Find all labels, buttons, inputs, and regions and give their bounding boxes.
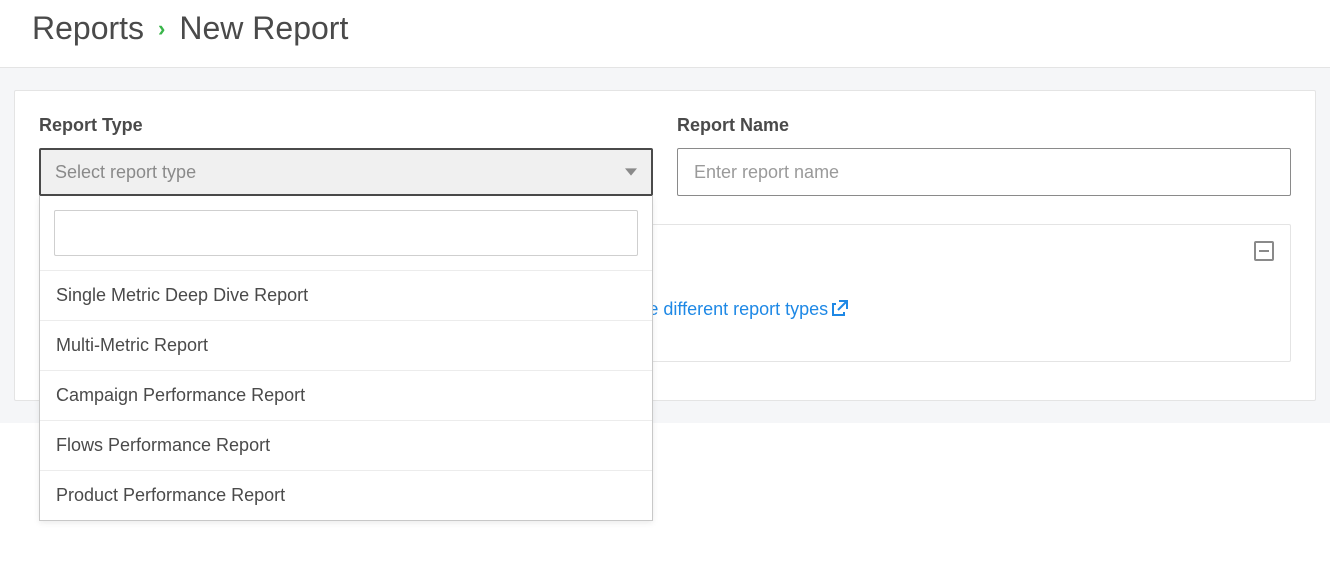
page-body: Report Type Select report type Single Me… xyxy=(0,68,1330,423)
collapse-button[interactable] xyxy=(1254,241,1274,261)
caret-down-icon xyxy=(625,166,637,178)
report-name-input[interactable] xyxy=(677,148,1291,196)
report-type-placeholder: Select report type xyxy=(55,162,196,183)
option-product-performance[interactable]: Product Performance Report xyxy=(40,470,652,520)
option-campaign-performance[interactable]: Campaign Performance Report xyxy=(40,370,652,420)
report-config-card: Report Type Select report type Single Me… xyxy=(14,90,1316,401)
chevron-right-icon: › xyxy=(158,16,165,42)
fields-row: Report Type Select report type Single Me… xyxy=(39,115,1291,196)
report-type-field: Report Type Select report type Single Me… xyxy=(39,115,653,196)
external-link-icon xyxy=(832,300,848,321)
option-single-metric[interactable]: Single Metric Deep Dive Report xyxy=(40,270,652,320)
report-name-label: Report Name xyxy=(677,115,1291,136)
breadcrumb: Reports › New Report xyxy=(0,0,1330,67)
dropdown-search-input[interactable] xyxy=(54,210,638,256)
report-type-label: Report Type xyxy=(39,115,653,136)
minus-icon xyxy=(1259,250,1269,252)
report-name-field: Report Name xyxy=(677,115,1291,196)
option-multi-metric[interactable]: Multi-Metric Report xyxy=(40,320,652,370)
dropdown-search-wrap xyxy=(40,196,652,270)
option-flows-performance[interactable]: Flows Performance Report xyxy=(40,420,652,470)
report-type-dropdown: Single Metric Deep Dive Report Multi-Met… xyxy=(39,196,653,521)
report-type-select[interactable]: Select report type Single Metric Deep Di… xyxy=(39,148,653,196)
breadcrumb-current: New Report xyxy=(179,10,348,47)
breadcrumb-root[interactable]: Reports xyxy=(32,10,144,47)
